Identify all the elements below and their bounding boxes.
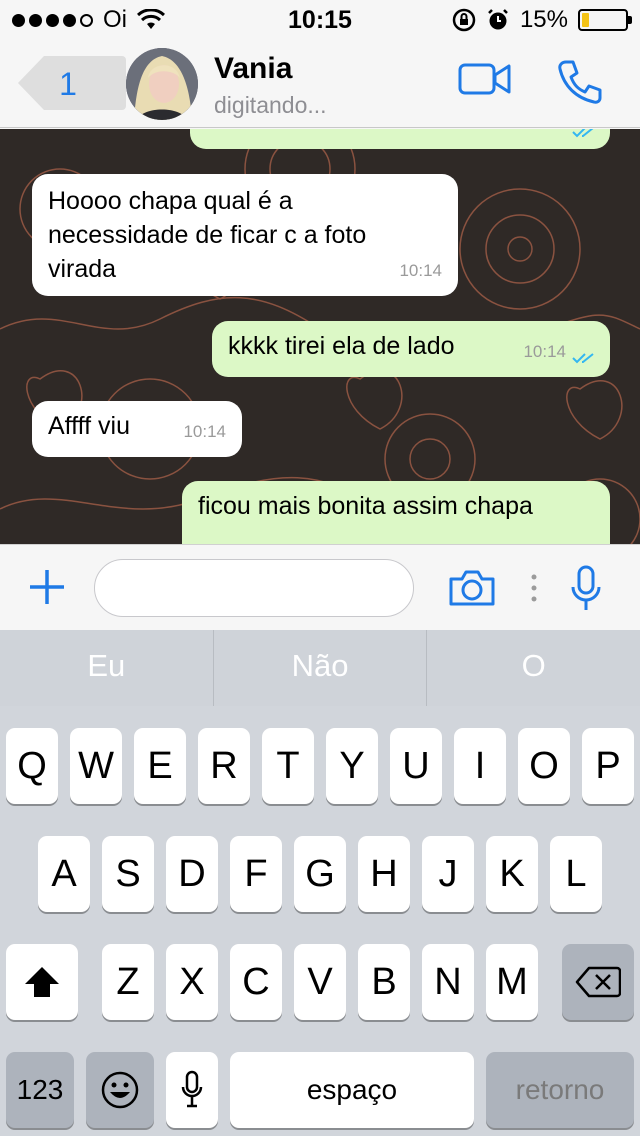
message-outgoing[interactable]: 10:14: [190, 129, 610, 149]
camera-icon[interactable]: [448, 569, 496, 607]
message-outgoing[interactable]: kkkk tirei ela de lado 10:14: [212, 321, 610, 377]
contact-name[interactable]: Vania: [214, 52, 292, 86]
key-m[interactable]: M: [486, 944, 538, 1020]
message-incoming[interactable]: Affff viu 10:14: [32, 401, 242, 457]
message-text: Hoooo chapa qual é a necessidade de fica…: [48, 187, 367, 283]
key-f[interactable]: F: [230, 836, 282, 912]
battery-percent: 15%: [519, 6, 568, 33]
chat-header: 1 Vania digitando...: [0, 40, 640, 128]
return-key[interactable]: retorno: [486, 1052, 634, 1128]
suggestion-2[interactable]: Não: [214, 630, 428, 706]
space-key[interactable]: espaço: [230, 1052, 474, 1128]
key-h[interactable]: H: [358, 836, 410, 912]
key-n[interactable]: N: [422, 944, 474, 1020]
dictation-key[interactable]: [166, 1052, 218, 1128]
key-u[interactable]: U: [390, 728, 442, 804]
keyboard: Q W E R T Y U I O P A S D F G H J K L Z …: [0, 706, 640, 1136]
key-p[interactable]: P: [582, 728, 634, 804]
shift-icon: [25, 967, 59, 997]
message-text: ficou mais bonita assim chapa: [198, 492, 533, 520]
message-time: 10:14: [523, 342, 566, 361]
numbers-key[interactable]: 123: [6, 1052, 74, 1128]
message-time: 10:14: [183, 422, 226, 441]
key-t[interactable]: T: [262, 728, 314, 804]
key-r[interactable]: R: [198, 728, 250, 804]
key-e[interactable]: E: [134, 728, 186, 804]
avatar-image: [126, 48, 198, 120]
emoji-key[interactable]: [86, 1052, 154, 1128]
message-incoming[interactable]: Hoooo chapa qual é a necessidade de fica…: [32, 174, 458, 296]
read-ticks-icon: [572, 129, 594, 138]
phone-icon[interactable]: [556, 58, 604, 106]
message-input[interactable]: [94, 559, 414, 617]
status-bar: Oi 10:15 15%: [0, 0, 640, 40]
key-l[interactable]: L: [550, 836, 602, 912]
key-b[interactable]: B: [358, 944, 410, 1020]
message-input-bar: [0, 544, 640, 630]
predictive-bar: Eu Não O: [0, 630, 640, 706]
key-y[interactable]: Y: [326, 728, 378, 804]
key-c[interactable]: C: [230, 944, 282, 1020]
key-d[interactable]: D: [166, 836, 218, 912]
video-call-icon[interactable]: [458, 62, 512, 96]
alarm-icon: [488, 9, 508, 30]
more-options-icon[interactable]: [531, 573, 537, 603]
microphone-icon: [181, 1070, 203, 1108]
typing-status: digitando...: [214, 92, 327, 118]
key-j[interactable]: J: [422, 836, 474, 912]
delete-key[interactable]: [562, 944, 634, 1020]
key-a[interactable]: A: [38, 836, 90, 912]
orientation-lock-icon: [452, 8, 476, 32]
key-w[interactable]: W: [70, 728, 122, 804]
chat-area[interactable]: 10:14 Hoooo chapa qual é a necessidade d…: [0, 129, 640, 544]
key-s[interactable]: S: [102, 836, 154, 912]
avatar[interactable]: [126, 48, 198, 120]
key-v[interactable]: V: [294, 944, 346, 1020]
suggestion-1[interactable]: Eu: [0, 630, 214, 706]
battery-level: [582, 13, 589, 27]
microphone-icon[interactable]: [570, 565, 602, 613]
status-right: 15%: [452, 6, 632, 34]
key-i[interactable]: I: [454, 728, 506, 804]
back-button[interactable]: 1: [16, 54, 126, 112]
key-k[interactable]: K: [486, 836, 538, 912]
plus-icon[interactable]: [28, 568, 66, 606]
read-ticks-icon: [572, 353, 594, 364]
key-o[interactable]: O: [518, 728, 570, 804]
message-time: 10:14: [399, 261, 442, 280]
suggestion-3[interactable]: O: [427, 630, 640, 706]
emoji-icon: [101, 1071, 139, 1109]
unread-count: 1: [59, 66, 77, 102]
shift-key[interactable]: [6, 944, 78, 1020]
key-q[interactable]: Q: [6, 728, 58, 804]
key-g[interactable]: G: [294, 836, 346, 912]
message-time: 10:14: [523, 129, 566, 141]
key-z[interactable]: Z: [102, 944, 154, 1020]
delete-icon: [575, 966, 622, 998]
battery-icon: [578, 9, 632, 31]
message-outgoing[interactable]: ficou mais bonita assim chapa: [182, 481, 610, 544]
key-x[interactable]: X: [166, 944, 218, 1020]
